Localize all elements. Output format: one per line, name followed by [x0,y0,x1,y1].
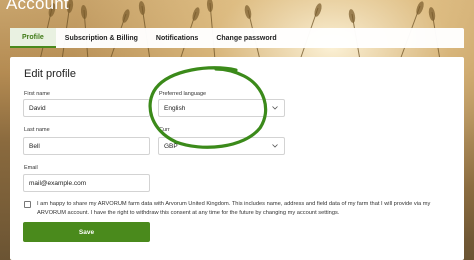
tab-profile[interactable]: Profile [10,28,56,48]
first-name-label: First name [24,91,50,97]
chevron-down-icon [271,142,279,150]
tab-change-password[interactable]: Change password [207,28,285,48]
account-tabs: Profile Subscription & Billing Notificat… [10,28,464,48]
last-name-label: Last name [24,127,50,133]
edit-profile-title: Edit profile [24,68,76,80]
first-name-value: David [29,104,46,112]
last-name-value: Bell [29,142,40,150]
preferred-language-select[interactable]: English [158,99,285,117]
tab-notifications[interactable]: Notifications [147,28,207,48]
edit-profile-card: Edit profile First name David Preferred … [10,57,464,260]
consent-text: I am happy to share my ARVORUM farm data… [37,201,431,216]
email-label: Email [24,165,38,171]
email-input[interactable]: mail@example.com [23,174,150,192]
tab-subscription-billing[interactable]: Subscription & Billing [56,28,147,48]
page-title: Account [6,0,69,13]
currency-label: Curr [159,127,170,133]
consent-row: I am happy to share my ARVORUM farm data… [24,200,454,217]
preferred-language-value: English [164,104,186,112]
chevron-down-icon [271,104,279,112]
consent-checkbox[interactable] [24,201,31,208]
last-name-input[interactable]: Bell [23,137,150,155]
currency-select[interactable]: GBP [158,137,285,155]
first-name-input[interactable]: David [23,99,150,117]
save-button[interactable]: Save [23,222,150,242]
currency-value: GBP [164,142,178,150]
preferred-language-label: Preferred language [159,91,207,97]
email-value: mail@example.com [29,179,87,187]
